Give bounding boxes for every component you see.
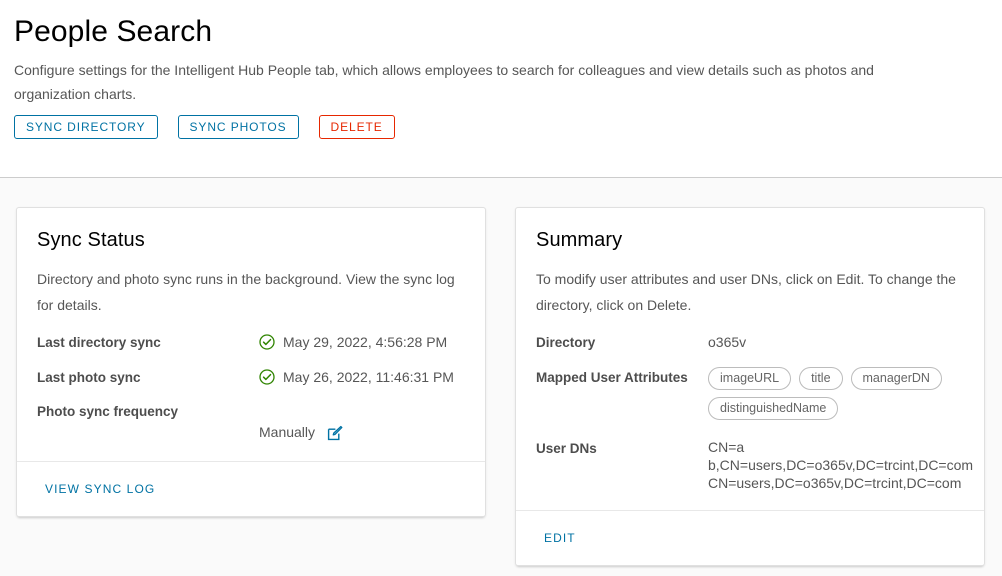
attribute-chip[interactable]: title	[799, 367, 843, 390]
pencil-square-icon[interactable]	[327, 425, 343, 441]
mapped-user-attributes-value-group: imageURL title managerDN distinguishedNa…	[708, 367, 964, 420]
user-dns-value-group: CN=a b,CN=users,DC=o365v,DC=trcint,DC=co…	[708, 438, 973, 492]
photo-sync-frequency-row: Photo sync frequency Manually	[37, 402, 465, 443]
attribute-chip[interactable]: distinguishedName	[708, 397, 839, 420]
attribute-chip[interactable]: imageURL	[708, 367, 792, 390]
photo-sync-frequency-value: Manually	[259, 424, 316, 440]
sync-status-title: Sync Status	[37, 229, 145, 251]
summary-title: Summary	[536, 229, 623, 251]
last-photo-sync-timestamp: May 26, 2022, 11:46:31 PM	[283, 369, 454, 385]
user-dns-label: User DNs	[536, 441, 597, 456]
last-directory-sync-row: Last directory sync May 29, 2022, 4:56:2…	[37, 332, 465, 353]
summary-column: Summary To modify user attributes and us…	[515, 207, 985, 566]
edit-button[interactable]: EDIT	[536, 527, 584, 549]
sync-status-card-body: Sync Status Directory and photo sync run…	[17, 208, 485, 461]
summary-card: Summary To modify user attributes and us…	[515, 207, 985, 566]
content-area: Sync Status Directory and photo sync run…	[0, 178, 1002, 576]
user-dn-line: b,CN=users,DC=o365v,DC=trcint,DC=com	[708, 457, 974, 473]
last-directory-sync-label: Last directory sync	[37, 335, 161, 350]
summary-card-body: Summary To modify user attributes and us…	[516, 208, 984, 510]
sync-directory-button[interactable]: SYNC DIRECTORY	[14, 115, 158, 139]
mapped-user-attributes-label: Mapped User Attributes	[536, 370, 688, 385]
check-circle-icon	[259, 369, 275, 385]
check-circle-icon	[259, 334, 275, 350]
attribute-chip-list: imageURL title managerDN distinguishedNa…	[708, 367, 964, 420]
sync-status-card-footer: VIEW SYNC LOG	[17, 461, 485, 516]
last-photo-sync-row: Last photo sync May 26, 2022, 11:46:31 P…	[37, 367, 465, 388]
page-description: Configure settings for the Intelligent H…	[14, 62, 874, 102]
view-sync-log-button[interactable]: VIEW SYNC LOG	[37, 478, 163, 500]
photo-sync-frequency-label: Photo sync frequency	[37, 404, 179, 419]
summary-card-footer: EDIT	[516, 510, 984, 565]
last-directory-sync-value-group: May 29, 2022, 4:56:28 PM	[259, 332, 465, 353]
directory-value-group: o365v	[708, 332, 964, 353]
last-photo-sync-label: Last photo sync	[37, 370, 141, 385]
directory-label: Directory	[536, 335, 596, 350]
user-dns-row: User DNs CN=a b,CN=users,DC=o365v,DC=trc…	[536, 438, 973, 492]
sync-status-card: Sync Status Directory and photo sync run…	[16, 207, 486, 517]
attribute-chip[interactable]: managerDN	[850, 367, 942, 390]
delete-button[interactable]: DELETE	[318, 115, 395, 139]
last-photo-sync-value-group: May 26, 2022, 11:46:31 PM	[259, 367, 465, 388]
user-dn-line: CN=a	[708, 439, 745, 455]
summary-description: To modify user attributes and user DNs, …	[536, 271, 956, 313]
page-title: People Search	[14, 15, 213, 48]
header-action-buttons: SYNC DIRECTORY SYNC PHOTOS DELETE	[14, 115, 988, 139]
sync-status-description: Directory and photo sync runs in the bac…	[37, 271, 455, 313]
sync-photos-button[interactable]: SYNC PHOTOS	[177, 115, 299, 139]
photo-sync-frequency-value-group: Manually	[259, 422, 465, 443]
user-dns-list: CN=a b,CN=users,DC=o365v,DC=trcint,DC=co…	[708, 438, 973, 492]
last-directory-sync-timestamp: May 29, 2022, 4:56:28 PM	[283, 334, 448, 350]
directory-row: Directory o365v	[536, 332, 964, 353]
directory-value: o365v	[708, 334, 747, 350]
user-dn-line: CN=users,DC=o365v,DC=trcint,DC=com	[708, 475, 962, 491]
sync-status-column: Sync Status Directory and photo sync run…	[16, 207, 486, 517]
page-header: People Search Configure settings for the…	[0, 0, 1002, 178]
mapped-user-attributes-row: Mapped User Attributes imageURL title ma…	[536, 367, 964, 420]
